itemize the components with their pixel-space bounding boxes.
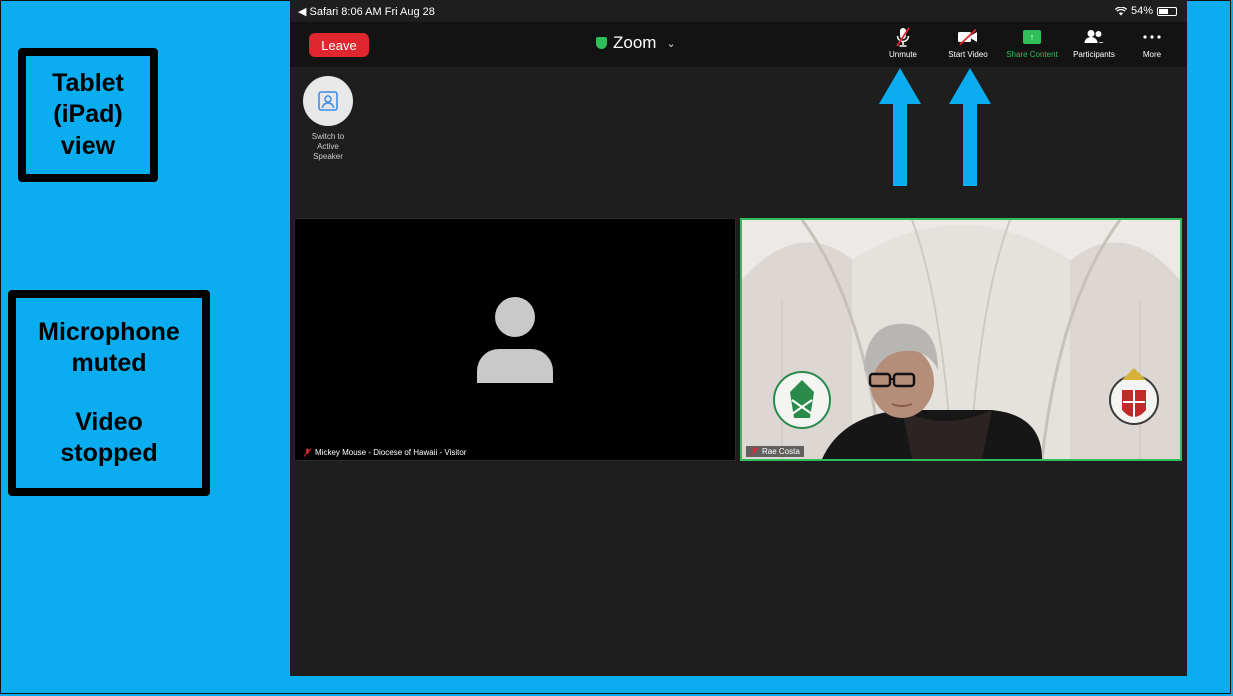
microphone-muted-icon: [750, 447, 759, 456]
callout-line: muted: [71, 348, 147, 377]
more-button[interactable]: More: [1138, 26, 1166, 59]
participants-icon: [1084, 30, 1104, 43]
ios-status-bar: ◀ Safari 8:06 AM Fri Aug 28 54%: [290, 0, 1187, 22]
avatar-placeholder-icon: [477, 297, 553, 383]
participant-name: Rae Costa: [762, 447, 800, 456]
callout-line: Video: [75, 408, 143, 436]
callout-muted-stopped: Microphone muted Video stopped: [8, 290, 210, 496]
status-bar-right: 54%: [1114, 5, 1177, 17]
unmute-label: Unmute: [888, 50, 917, 59]
switch-speaker-line: Active Speaker: [313, 142, 343, 161]
zoom-toolbar: Leave Zoom ⌄ Unmute Start Video ↑ Share …: [290, 22, 1187, 67]
video-tile-participant[interactable]: Mickey Mouse - Diocese of Hawaii - Visit…: [294, 218, 736, 461]
more-dots-icon: [1143, 35, 1161, 39]
switch-to-active-speaker-button[interactable]: Switch to Active Speaker: [303, 76, 353, 162]
share-content-button[interactable]: ↑ Share Content: [1000, 26, 1064, 59]
more-label: More: [1142, 50, 1162, 59]
meeting-title[interactable]: Zoom ⌄: [596, 33, 676, 53]
battery-percent: 54%: [1130, 5, 1153, 17]
unmute-button[interactable]: Unmute: [886, 26, 920, 59]
meeting-title-text: Zoom: [613, 33, 657, 52]
callout-line: Microphone: [38, 317, 180, 346]
switch-speaker-line: Switch to: [311, 132, 345, 141]
callout-line: Tablet: [52, 69, 124, 98]
share-screen-icon: ↑: [1023, 30, 1041, 44]
status-bar-left: ◀ Safari 8:06 AM Fri Aug 28: [298, 6, 435, 18]
switch-speaker-label: Switch to Active Speaker: [303, 132, 353, 162]
start-video-button[interactable]: Start Video: [945, 26, 991, 59]
wifi-icon: [1114, 6, 1127, 15]
chevron-down-icon: ⌄: [666, 37, 676, 50]
callout-line: stopped: [60, 439, 158, 468]
active-speaker-icon: [318, 91, 338, 111]
microphone-muted-icon: [303, 448, 312, 457]
arrow-up-icon: [879, 68, 921, 186]
video-camera-off-icon: [958, 29, 977, 45]
callout-line: (iPad): [53, 100, 123, 129]
participant-name-tag: Rae Costa: [746, 446, 804, 457]
battery-icon: [1157, 6, 1177, 16]
participants-button[interactable]: Participants: [1068, 26, 1120, 59]
participant-name-tag: Mickey Mouse - Diocese of Hawaii - Visit…: [299, 447, 471, 458]
arrow-up-icon: [949, 68, 991, 186]
callout-line: view: [60, 131, 116, 160]
participants-label: Participants: [1073, 50, 1115, 59]
leave-button[interactable]: Leave: [309, 33, 369, 57]
microphone-muted-icon: [896, 27, 910, 47]
share-content-label: Share Content: [1006, 50, 1058, 59]
participant-name: Mickey Mouse - Diocese of Hawaii - Visit…: [315, 448, 467, 457]
speaker-video-image: [742, 220, 1180, 459]
callout-tablet-view: Tablet (iPad) view: [18, 48, 158, 182]
ipad-screen: ◀ Safari 8:06 AM Fri Aug 28 54% Leave Zo…: [290, 0, 1187, 676]
video-tile-active-speaker[interactable]: Rae Costa: [740, 218, 1182, 461]
start-video-label: Start Video: [948, 50, 988, 59]
shield-icon: [596, 37, 607, 49]
